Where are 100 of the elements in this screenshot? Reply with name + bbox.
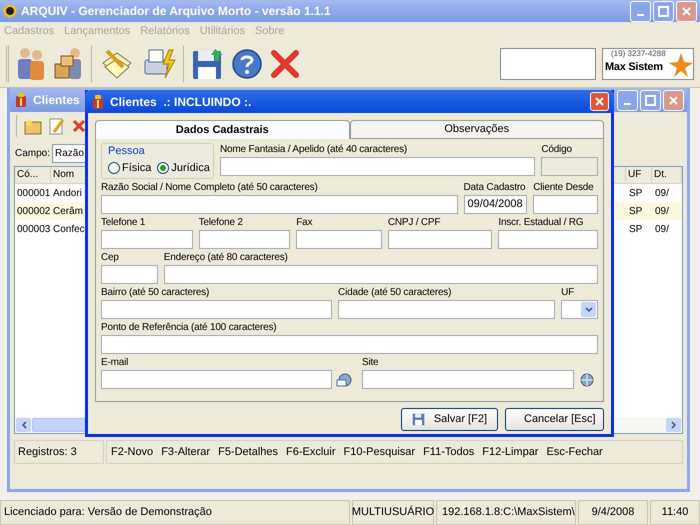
phone-number: (19) 3237-4288 [611, 48, 666, 58]
cancel-button[interactable]: Cancelar [Esc] [505, 408, 604, 431]
text-field[interactable] [533, 195, 598, 214]
shortcut-hint: F12-Limpar [482, 444, 538, 460]
close-button[interactable] [676, 0, 697, 22]
close-icon[interactable] [269, 48, 301, 80]
column-header[interactable]: UF [626, 167, 652, 183]
globe-icon[interactable] [578, 372, 594, 388]
field-label: Cidade (até 50 caracteres) [338, 286, 452, 300]
maximize-button[interactable] [640, 90, 661, 110]
text-field[interactable] [101, 230, 193, 249]
tab[interactable]: Dados Cadastrais [95, 120, 350, 139]
field-label: CNPJ / CPF [388, 216, 440, 230]
field-label: Razão Social / Nome Completo (até 50 caracteres) [101, 181, 318, 195]
radio-button[interactable] [157, 162, 170, 174]
column-header[interactable]: Có... [15, 167, 51, 183]
shortcut-hint: F3-Alterar [161, 444, 210, 460]
table-cell-text: Cerâm [52, 204, 84, 218]
field-label: Endereço (até 80 caracteres) [164, 251, 288, 265]
close-icon [668, 94, 679, 106]
text-field[interactable] [198, 230, 290, 249]
text-field[interactable] [101, 300, 332, 319]
shortcut-hint: F10-Pesquisar [344, 444, 416, 460]
text-field[interactable] [220, 157, 536, 176]
minimize-icon [624, 103, 631, 105]
app-logo-icon [3, 4, 17, 18]
window-title: ARQUIV - Gerenciador de Arquivo Morto - versão 1.1.1 [21, 3, 332, 20]
text-field[interactable] [101, 335, 598, 354]
column-header[interactable]: Dt. [652, 167, 682, 183]
window-title: Clientes .: INCLUINDO :. [110, 94, 252, 110]
minimize-button[interactable] [617, 90, 638, 110]
envelope-globe-icon[interactable] [336, 372, 352, 388]
text-field[interactable] [296, 230, 382, 249]
shortcut-hint: F2-Novo [111, 444, 154, 460]
text-field[interactable] [338, 300, 556, 319]
field-label: Telefone 2 [198, 216, 243, 230]
table-cell-text: SP [628, 204, 644, 218]
shortcut-hint: F6-Excluir [286, 444, 336, 460]
table-cell-text: Andori [52, 186, 83, 200]
shortcut-hint: F5-Detalhes [218, 444, 278, 460]
minimize-icon [637, 14, 644, 16]
field-label: Inscr. Estadual / RG [498, 216, 584, 230]
text-field[interactable] [101, 195, 458, 214]
floppy-disk-icon[interactable] [191, 46, 225, 80]
field-label: Cep [101, 251, 119, 265]
new-folder-icon[interactable] [24, 117, 42, 135]
mode-text: MULTIUSUÁRIO [352, 500, 434, 525]
people-icon[interactable] [15, 46, 47, 82]
field-label: Fax [296, 216, 312, 230]
field-label: Bairro (até 50 caracteres) [101, 286, 210, 300]
field-label: E-mail [101, 356, 128, 370]
text-field[interactable] [164, 265, 598, 284]
table-cell-text: 000002 [16, 204, 51, 218]
field-label: Data Cadastro [464, 181, 526, 195]
close-button[interactable] [663, 90, 684, 110]
maximize-button[interactable] [653, 0, 674, 22]
table-cell-text: 09/ [654, 222, 670, 236]
status-date: 9/4/2008 [578, 500, 648, 525]
field-label: Cliente Desde [533, 181, 594, 195]
delete-icon[interactable] [72, 119, 86, 133]
app-icon [13, 92, 29, 108]
radio-label: Jurídica [171, 161, 210, 176]
field-label: Site [362, 356, 378, 370]
shortcut-hint: F11-Todos [423, 444, 474, 460]
group-title: Pessoa [108, 145, 146, 158]
shortcut-hint: Esc-Fechar [546, 444, 603, 460]
maximize-icon [645, 94, 656, 106]
text-field[interactable]: 09/04/2008 [464, 195, 528, 214]
scroll-right-icon[interactable] [666, 418, 681, 432]
field-label: UF [561, 286, 574, 300]
state-dropdown[interactable] [561, 300, 598, 319]
radio-button[interactable] [108, 162, 120, 174]
radio-label: Física [122, 161, 152, 176]
save-button[interactable]: Salvar [F2] [401, 408, 498, 431]
window-title: Clientes [33, 92, 80, 109]
pencil-icon[interactable] [48, 117, 66, 135]
logo-text: Max Sistem [605, 60, 663, 74]
close-icon [594, 96, 605, 107]
status-time: 11:40 [650, 500, 700, 525]
scroll-left-icon[interactable] [16, 418, 31, 432]
text-field[interactable] [362, 370, 574, 389]
tab[interactable]: Observações [350, 120, 604, 139]
text-field[interactable] [101, 370, 332, 389]
text-field[interactable] [101, 265, 158, 284]
field-label: Telefone 1 [101, 216, 146, 230]
help-icon[interactable] [231, 48, 263, 80]
table-cell-text: 09/ [654, 186, 670, 200]
table-cell-text: 09/ [654, 204, 670, 218]
license-text: Licenciado para: Versão de Demonstração [0, 500, 350, 525]
table-cell-text: SP [628, 186, 644, 200]
table-cell-text: SP [628, 222, 644, 236]
field-label: Ponto de Referência (até 100 caracteres) [101, 321, 276, 335]
close-button[interactable] [590, 92, 609, 111]
table-cell-text: Confec [52, 222, 86, 236]
text-field[interactable] [498, 230, 598, 249]
minimize-button[interactable] [630, 0, 651, 22]
text-field[interactable] [388, 230, 492, 249]
close-icon [681, 6, 692, 16]
field-label: Nome Fantasia / Apelido (até 40 caracteres) [220, 143, 408, 157]
field-label: Código [541, 143, 572, 157]
